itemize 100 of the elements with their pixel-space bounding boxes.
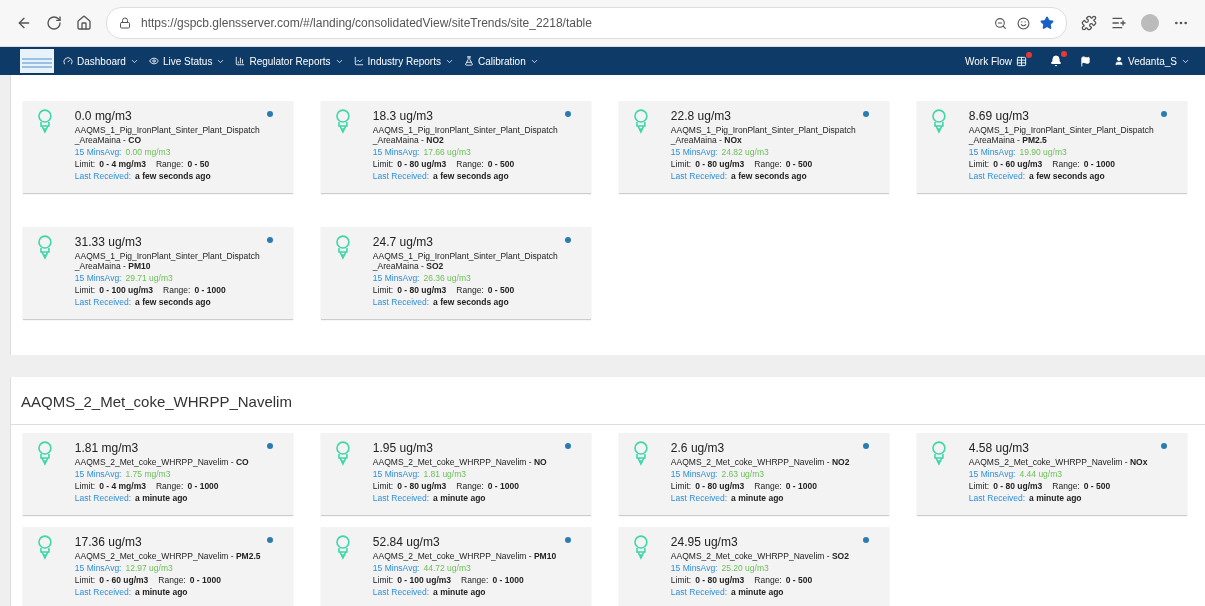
station-name: AAQMS_2_Met_coke_WHRPP_Navelim - CO: [74, 457, 250, 467]
nav-menu[interactable]: Industry Reports: [348, 55, 459, 67]
flag-icon[interactable]: [1080, 55, 1092, 67]
limit-value: 0 - 60 ug/m3: [993, 159, 1043, 169]
range-label: Range:: [456, 159, 484, 169]
limit-value: 0 - 4 mg/m3: [99, 481, 146, 491]
sensor-icon: [37, 535, 53, 561]
range-label: Range:: [1052, 159, 1080, 169]
sensor-icon: [633, 535, 649, 561]
station-name: AAQMS_2_Met_coke_WHRPP_Navelim - SO2: [670, 551, 850, 561]
reading-value: 0.0 mg/m3: [74, 109, 132, 123]
range-value: 0 - 1000: [492, 575, 524, 585]
status-dot: [267, 237, 273, 243]
reading-value: 24.95 ug/m3: [670, 535, 738, 549]
avg-label: 15 MinsAvg:: [372, 469, 420, 479]
zoom-icon[interactable]: [994, 16, 1007, 30]
status-dot: [565, 237, 571, 243]
range-value: 0 - 1000: [487, 481, 519, 491]
star-icon[interactable]: [1040, 16, 1054, 30]
avg-label: 15 MinsAvg:: [74, 147, 122, 157]
status-dot: [863, 537, 869, 543]
workflow-menu[interactable]: Work Flow: [960, 55, 1033, 67]
range-label: Range:: [754, 575, 782, 585]
sensor-icon: [37, 235, 53, 261]
avg-value: 1.81 ug/m3: [423, 469, 466, 479]
station-name: AAQMS_2_Met_coke_WHRPP_Navelim - PM2.5: [74, 551, 262, 561]
received-label: Last Received:: [670, 493, 728, 503]
limit-value: 0 - 80 ug/m3: [695, 159, 745, 169]
range-value: 0 - 1000: [194, 285, 226, 295]
avg-value: 2.63 ug/m3: [721, 469, 764, 479]
range-label: Range:: [155, 159, 184, 169]
status-dot: [565, 443, 571, 449]
range-value: 0 - 500: [785, 159, 813, 169]
range-label: Range:: [163, 285, 191, 295]
nav-menu[interactable]: Regulator Reports: [230, 55, 349, 67]
received-label: Last Received:: [968, 171, 1026, 181]
user-menu[interactable]: Vedanta_S: [1109, 55, 1195, 67]
limit-value: 0 - 80 ug/m3: [993, 481, 1043, 491]
limit-label: Limit:: [968, 481, 990, 491]
status-dot: [267, 111, 273, 117]
reading-value: 22.8 ug/m3: [670, 109, 731, 123]
range-value: 0 - 1000: [187, 481, 219, 491]
avg-label: 15 MinsAvg:: [74, 563, 122, 573]
avg-label: 15 MinsAvg:: [372, 147, 420, 157]
received-time: a few seconds ago: [433, 297, 509, 307]
home-icon[interactable]: [76, 15, 92, 31]
smiley-icon[interactable]: [1017, 16, 1030, 30]
nav-menu[interactable]: Live Status: [143, 55, 231, 67]
bell-icon[interactable]: [1050, 55, 1063, 67]
limit-value: 0 - 80 ug/m3: [397, 481, 447, 491]
sensor-icon: [633, 441, 649, 467]
limit-value: 0 - 100 ug/m3: [397, 575, 452, 585]
sensor-icon: [335, 109, 351, 135]
reading-value: 8.69 ug/m3: [968, 109, 1029, 123]
reading-value: 17.36 ug/m3: [74, 535, 142, 549]
reading-value: 4.58 ug/m3: [968, 441, 1029, 455]
received-label: Last Received:: [670, 171, 728, 181]
status-dot: [863, 111, 869, 117]
line-chart-icon: [353, 56, 364, 66]
limit-label: Limit:: [670, 575, 692, 585]
reload-icon[interactable]: [46, 15, 62, 31]
limit-label: Limit:: [372, 159, 394, 169]
limit-label: Limit:: [372, 575, 394, 585]
station-name: AAQMS_1_Pig_IronPlant_Sinter_Plant_Dispatch _AreaMaina - NO2: [372, 125, 559, 145]
address-bar[interactable]: https://gspcb.glensserver.com/#/landing/consolidatedView/siteTrends/site_2218/table: [106, 7, 1067, 39]
flask-icon: [463, 56, 474, 66]
received-time: a minute ago: [731, 493, 784, 503]
status-dot: [1161, 443, 1167, 449]
received-label: Last Received:: [74, 171, 132, 181]
reading-value: 2.6 ug/m3: [670, 441, 725, 455]
received-time: a minute ago: [731, 587, 784, 597]
avg-label: 15 MinsAvg:: [670, 147, 718, 157]
lock-icon: [119, 17, 131, 29]
received-label: Last Received:: [968, 493, 1026, 503]
avg-value: 17.66 ug/m3: [423, 147, 471, 157]
limit-value: 0 - 60 ug/m3: [99, 575, 149, 585]
received-time: a minute ago: [1029, 493, 1082, 503]
station-name: AAQMS_1_Pig_IronPlant_Sinter_Plant_Dispatch _AreaMaina - NOx: [670, 125, 857, 145]
eye-icon: [148, 56, 159, 66]
nav-menu[interactable]: Calibration: [458, 55, 544, 67]
nav-menu[interactable]: Dashboard: [58, 55, 144, 67]
avg-value: 24.82 ug/m3: [721, 147, 769, 157]
range-value: 0 - 1000: [189, 575, 221, 585]
limit-label: Limit:: [670, 481, 692, 491]
received-time: a few seconds ago: [1029, 171, 1105, 181]
limit-value: 0 - 100 ug/m3: [99, 285, 154, 295]
favorites-icon[interactable]: [1111, 15, 1127, 31]
bar-chart-icon: [235, 56, 246, 66]
limit-label: Limit:: [372, 285, 394, 295]
avg-value: 4.44 ug/m3: [1019, 469, 1062, 479]
back-icon[interactable]: [16, 15, 32, 31]
limit-value: 0 - 80 ug/m3: [695, 575, 745, 585]
avg-label: 15 MinsAvg:: [968, 147, 1016, 157]
received-time: a minute ago: [433, 493, 486, 503]
puzzle-icon[interactable]: [1081, 15, 1097, 31]
received-time: a few seconds ago: [135, 297, 211, 307]
range-value: 0 - 500: [487, 159, 515, 169]
avg-value: 44.72 ug/m3: [423, 563, 471, 573]
station-name: AAQMS_2_Met_coke_WHRPP_Navelim - NO2: [670, 457, 851, 467]
sensor-icon: [931, 109, 947, 135]
